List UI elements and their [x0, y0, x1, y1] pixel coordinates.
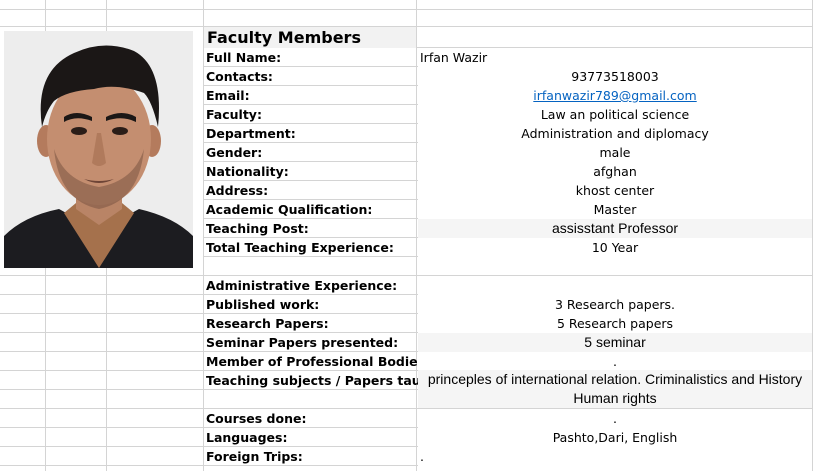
professional-bodies-value[interactable]: .	[418, 352, 812, 371]
gender-value[interactable]: male	[418, 143, 812, 162]
portrait-image	[4, 31, 193, 268]
row-professional-bodies: Member of Professional Bodies:.	[204, 352, 812, 371]
seminar-papers-value[interactable]: 5 seminar	[418, 333, 812, 352]
gridline-row	[0, 9, 813, 10]
row-address: Address: khost center	[204, 181, 812, 200]
row-gender: Gender: male	[204, 143, 812, 162]
full-name-label: Full Name:	[206, 50, 282, 65]
row-contacts: Contacts: 93773518003	[204, 67, 812, 86]
nationality-label: Nationality:	[206, 164, 289, 179]
full-name-value[interactable]: Irfan Wazir	[418, 48, 812, 67]
teaching-experience-value[interactable]: 10 Year	[418, 238, 812, 257]
gender-label: Gender:	[206, 145, 263, 160]
languages-value[interactable]: Pashto,Dari, English	[418, 428, 812, 447]
gridline-column	[812, 0, 813, 471]
department-value[interactable]: Administration and diplomacy	[418, 124, 812, 143]
row-administrative-experience: Administrative Experience:	[204, 276, 812, 295]
row-research-papers: Research Papers: 5 Research papers	[204, 314, 812, 333]
qualification-value[interactable]: Master	[418, 200, 812, 219]
row-published-work: Published work: 3 Research papers.	[204, 295, 812, 314]
row-email: Email: irfanwazir789@gmail.com	[204, 86, 812, 105]
foreign-trips-value[interactable]: .	[418, 447, 812, 466]
row-languages: Languages: Pashto,Dari, English	[204, 428, 812, 447]
published-work-value[interactable]: 3 Research papers.	[418, 295, 812, 314]
row-nationality: Nationality: afghan	[204, 162, 812, 181]
languages-label: Languages:	[206, 430, 288, 445]
teaching-subjects-label: Teaching subjects / Papers taught:	[206, 373, 450, 388]
teaching-subjects-line-1: princeples of international relation. Cr…	[427, 371, 803, 387]
row-teaching-experience: Total Teaching Experience: 10 Year	[204, 238, 812, 257]
email-label: Email:	[206, 88, 250, 103]
row-foreign-trips: Foreign Trips:.	[204, 447, 812, 466]
administrative-experience-value[interactable]	[418, 276, 812, 295]
contacts-label: Contacts:	[206, 69, 273, 84]
address-label: Address:	[206, 183, 269, 198]
row-teaching-post: Teaching Post: assisstant Professor	[204, 219, 812, 238]
administrative-experience-label: Administrative Experience:	[206, 278, 398, 293]
teaching-post-label: Teaching Post:	[206, 221, 309, 236]
faculty-label: Faculty:	[206, 107, 262, 122]
row-seminar-papers: Seminar Papers presented: 5 seminar	[204, 333, 812, 352]
faculty-photo[interactable]	[4, 31, 193, 268]
research-papers-label: Research Papers:	[206, 316, 329, 331]
professional-bodies-label: Member of Professional Bodies:	[206, 354, 431, 369]
nationality-value[interactable]: afghan	[418, 162, 812, 181]
section-title: Faculty Members	[204, 27, 416, 48]
faculty-value[interactable]: Law an political science	[418, 105, 812, 124]
foreign-trips-label: Foreign Trips:	[206, 449, 303, 464]
contacts-value[interactable]: 93773518003	[418, 67, 812, 86]
row-department: Department: Administration and diplomacy	[204, 124, 812, 143]
email-value[interactable]: irfanwazir789@gmail.com	[418, 86, 812, 105]
published-work-label: Published work:	[206, 297, 320, 312]
row-courses-done: Courses done:.	[204, 409, 812, 428]
courses-done-label: Courses done:	[206, 411, 307, 426]
teaching-subjects-line-2: Human rights	[573, 390, 657, 406]
address-value[interactable]: khost center	[418, 181, 812, 200]
row-full-name: Full Name: Irfan Wazir	[204, 48, 812, 67]
seminar-papers-label: Seminar Papers presented:	[206, 335, 399, 350]
qualification-label: Academic Qualification:	[206, 202, 373, 217]
row-qualification: Academic Qualification: Master	[204, 200, 812, 219]
teaching-experience-label: Total Teaching Experience:	[206, 240, 394, 255]
row-faculty: Faculty: Law an political science	[204, 105, 812, 124]
teaching-subjects-value[interactable]: princeples of international relation. Cr…	[418, 370, 812, 408]
research-papers-value[interactable]: 5 Research papers	[418, 314, 812, 333]
teaching-post-value[interactable]: assisstant Professor	[418, 219, 812, 238]
courses-done-value[interactable]: .	[418, 409, 812, 428]
department-label: Department:	[206, 126, 296, 141]
